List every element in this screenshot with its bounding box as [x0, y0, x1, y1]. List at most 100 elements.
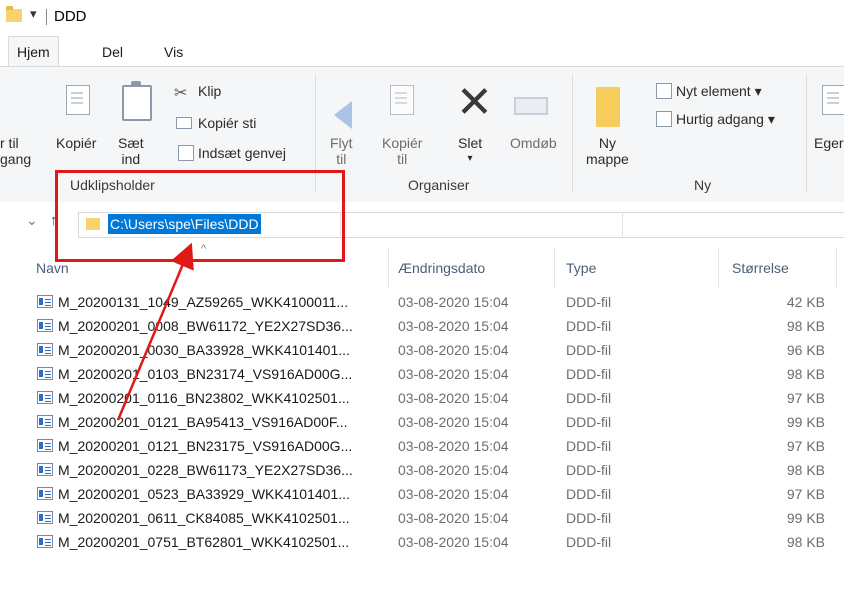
file-date: 03-08-2020 15:04	[398, 294, 509, 310]
newfolder-label-line1: Ny	[598, 135, 616, 151]
file-row[interactable]: M_20200201_0751_BT62801_WKK4102501... 03-…	[0, 530, 844, 554]
file-size: 97 KB	[786, 486, 825, 502]
quick-access-dropdown[interactable]: ▾	[30, 6, 37, 22]
file-type: DDD-fil	[566, 342, 612, 358]
file-row[interactable]: M_20200201_0228_BW61173_YE2X27SD36... 03-…	[0, 458, 844, 482]
copy-path-button[interactable]: Kopiér sti	[198, 115, 256, 131]
file-name: M_20200201_0121_BN23175_VS916AD00G...	[58, 438, 353, 454]
column-divider[interactable]	[718, 248, 719, 288]
file-date: 03-08-2020 15:04	[398, 318, 509, 334]
folder-icon	[86, 218, 100, 230]
up-arrow-icon[interactable]: ↑	[50, 212, 58, 229]
paste-button[interactable]: Sæt ind	[118, 135, 144, 167]
tab-vis[interactable]: Vis	[156, 44, 191, 60]
divider	[340, 212, 341, 236]
file-name: M_20200201_0523_BA33929_WKK4101401...	[58, 486, 350, 502]
pin-quick-access-label[interactable]: r til gang	[0, 135, 31, 167]
folder-icon	[6, 6, 22, 22]
delete-button[interactable]: Slet ▾	[458, 135, 482, 167]
file-row[interactable]: M_20200201_0523_BA33929_WKK4101401... 03-…	[0, 482, 844, 506]
ddd-file-icon	[37, 367, 53, 380]
file-date: 03-08-2020 15:04	[398, 342, 509, 358]
file-size: 98 KB	[786, 534, 825, 550]
file-type: DDD-fil	[566, 294, 612, 310]
copyto-label-line1: Kopiér	[382, 135, 423, 151]
recent-locations-icon[interactable]: ⌄	[26, 212, 38, 229]
file-type: DDD-fil	[566, 438, 612, 454]
ddd-file-icon	[37, 343, 53, 356]
new-group-label: Ny	[694, 177, 712, 193]
paste-label-line1: Sæt	[118, 135, 144, 151]
new-item-icon	[656, 83, 672, 99]
divider	[622, 212, 623, 236]
file-name: M_20200201_0228_BW61173_YE2X27SD36...	[58, 462, 353, 478]
cut-button[interactable]: Klip	[198, 83, 221, 99]
ddd-file-icon	[37, 295, 53, 308]
easy-access-icon	[656, 111, 672, 127]
file-row[interactable]: M_20200201_0030_BA33928_WKK4101401... 03-…	[0, 338, 844, 362]
file-name: M_20200201_0121_BA95413_VS916AD00F...	[58, 414, 348, 430]
paste-shortcut-button[interactable]: Indsæt genvej	[198, 145, 286, 161]
window-title: DDD	[54, 8, 87, 25]
file-date: 03-08-2020 15:04	[398, 390, 509, 406]
copy-path-icon	[176, 117, 192, 129]
file-type: DDD-fil	[566, 390, 612, 406]
easy-access-button[interactable]: Hurtig adgang ▾	[676, 111, 775, 127]
file-size: 98 KB	[786, 366, 825, 382]
column-header-name[interactable]: Navn	[36, 260, 69, 276]
file-size: 97 KB	[786, 390, 825, 406]
column-divider[interactable]	[554, 248, 555, 288]
group-divider	[806, 75, 807, 193]
file-row[interactable]: M_20200201_0103_BN23174_VS916AD00G... 03-…	[0, 362, 844, 386]
file-size: 42 KB	[786, 294, 825, 310]
delete-icon: ✕	[456, 78, 493, 127]
file-name: M_20200201_0116_BN23802_WKK4102501...	[58, 390, 350, 406]
file-size: 96 KB	[786, 342, 825, 358]
tab-del[interactable]: Del	[94, 44, 131, 60]
move-to-button[interactable]: Flyt til	[330, 135, 353, 167]
column-header-size[interactable]: Størrelse	[732, 260, 789, 276]
scissors-icon: ✂	[174, 85, 188, 102]
ribbon-tabs: Hjem Del Vis	[0, 36, 844, 67]
file-name: M_20200201_0611_CK84085_WKK4102501...	[58, 510, 350, 526]
tab-hjem[interactable]: Hjem	[8, 36, 59, 67]
file-date: 03-08-2020 15:04	[398, 414, 509, 430]
file-row[interactable]: M_20200201_0008_BW61172_YE2X27SD36... 03-…	[0, 314, 844, 338]
new-folder-button[interactable]: Ny mappe	[586, 135, 629, 167]
address-path-selected[interactable]: C:\Users\spe\Files\DDD	[108, 214, 261, 234]
file-name: M_20200201_0103_BN23174_VS916AD00G...	[58, 366, 353, 382]
column-header-date[interactable]: Ændringsdato	[398, 260, 485, 276]
rename-button[interactable]: Omdøb	[510, 135, 557, 151]
file-type: DDD-fil	[566, 462, 612, 478]
properties-icon	[822, 85, 844, 115]
file-date: 03-08-2020 15:04	[398, 486, 509, 502]
move-to-icon	[334, 101, 352, 129]
file-row[interactable]: M_20200201_0121_BN23175_VS916AD00G... 03-…	[0, 434, 844, 458]
file-row[interactable]: M_20200201_0611_CK84085_WKK4102501... 03-…	[0, 506, 844, 530]
file-date: 03-08-2020 15:04	[398, 534, 509, 550]
delete-label: Slet	[458, 135, 483, 151]
file-row[interactable]: M_20200201_0116_BN23802_WKK4102501... 03-…	[0, 386, 844, 410]
column-header-type[interactable]: Type	[566, 260, 596, 276]
file-row[interactable]: M_20200131_1049_AZ59265_WKK4100011... 03-…	[0, 290, 844, 314]
group-divider	[315, 75, 316, 193]
file-size: 98 KB	[786, 462, 825, 478]
file-size: 99 KB	[786, 414, 825, 430]
move-label-line1: Flyt	[330, 135, 353, 151]
copy-button[interactable]: Kopiér	[56, 135, 96, 151]
file-size: 98 KB	[786, 318, 825, 334]
column-divider[interactable]	[836, 248, 837, 288]
file-name: M_20200201_0030_BA33928_WKK4101401...	[58, 342, 350, 358]
paste-label-line2: ind	[121, 151, 141, 167]
file-row[interactable]: M_20200201_0121_BA95413_VS916AD00F... 03-…	[0, 410, 844, 434]
file-type: DDD-fil	[566, 486, 612, 502]
divider	[46, 9, 47, 25]
column-divider[interactable]	[388, 248, 389, 288]
file-date: 03-08-2020 15:04	[398, 510, 509, 526]
new-item-button[interactable]: Nyt element ▾	[676, 83, 762, 99]
copy-to-button[interactable]: Kopiér til	[382, 135, 422, 167]
copy-icon	[66, 85, 90, 115]
properties-button[interactable]: Eger	[814, 135, 844, 151]
file-size: 99 KB	[786, 510, 825, 526]
file-size: 97 KB	[786, 438, 825, 454]
